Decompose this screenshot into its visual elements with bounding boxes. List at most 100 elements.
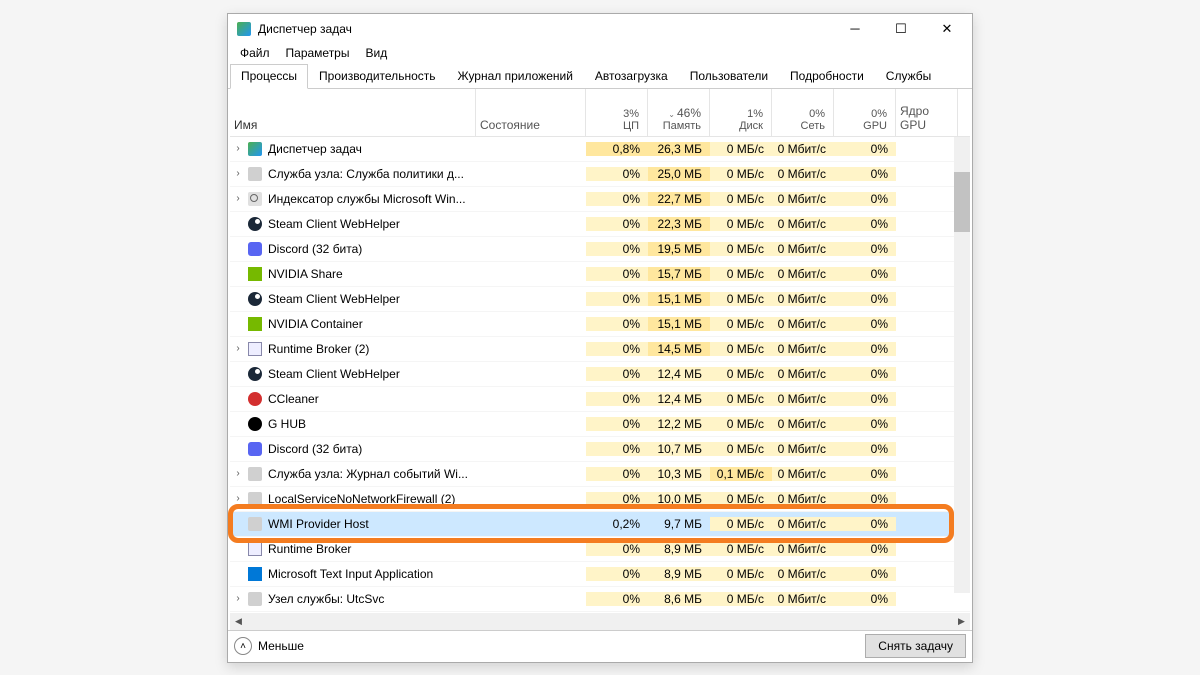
process-row[interactable]: NVIDIA Container0%15,1 МБ0 МБ/с0 Мбит/с0… (230, 312, 970, 337)
menu-options[interactable]: Параметры (278, 44, 358, 64)
process-row[interactable]: Steam Client WebHelper0%12,4 МБ0 МБ/с0 М… (230, 362, 970, 387)
process-row[interactable]: CCleaner0%12,4 МБ0 МБ/с0 Мбит/с0% (230, 387, 970, 412)
col-gpu-engine[interactable]: Ядро GPU (896, 89, 958, 136)
expand-toggle[interactable]: › (230, 168, 246, 179)
col-gpu[interactable]: 0%GPU (834, 89, 896, 136)
cell-gpu: 0% (834, 292, 896, 306)
tab-3[interactable]: Автозагрузка (584, 64, 679, 89)
process-icon (246, 316, 264, 332)
cell-memory: 12,4 МБ (648, 367, 710, 381)
cell-network: 0 Мбит/с (772, 242, 834, 256)
cell-memory: 9,7 МБ (648, 517, 710, 531)
tabbar: ПроцессыПроизводительностьЖурнал приложе… (228, 64, 972, 89)
col-memory[interactable]: ⌄46% Память (648, 89, 710, 136)
cell-memory: 25,0 МБ (648, 167, 710, 181)
process-row[interactable]: ›Runtime Broker (2)0%14,5 МБ0 МБ/с0 Мбит… (230, 337, 970, 362)
process-row[interactable]: Runtime Broker0%8,9 МБ0 МБ/с0 Мбит/с0% (230, 537, 970, 562)
tab-0[interactable]: Процессы (230, 64, 308, 89)
cell-cpu: 0% (586, 267, 648, 281)
cell-disk: 0,1 МБ/с (710, 467, 772, 481)
chevron-up-icon: ˄ (234, 637, 252, 655)
cell-gpu: 0% (834, 467, 896, 481)
tab-1[interactable]: Производительность (308, 64, 446, 89)
col-network[interactable]: 0%Сеть (772, 89, 834, 136)
cell-memory: 14,5 МБ (648, 342, 710, 356)
process-row[interactable]: ›Узел службы: UtcSvc0%8,6 МБ0 МБ/с0 Мбит… (230, 587, 970, 612)
cell-memory: 10,7 МБ (648, 442, 710, 456)
cell-gpu: 0% (834, 267, 896, 281)
process-row[interactable]: ›LocalServiceNoNetworkFirewall (2)0%10,0… (230, 487, 970, 512)
expand-toggle[interactable]: › (230, 593, 246, 604)
col-state[interactable]: Состояние (476, 89, 586, 136)
process-row[interactable]: NVIDIA Share0%15,7 МБ0 МБ/с0 Мбит/с0% (230, 262, 970, 287)
cell-cpu: 0% (586, 592, 648, 606)
cell-gpu: 0% (834, 242, 896, 256)
fewer-details-button[interactable]: ˄ Меньше (234, 637, 304, 655)
expand-toggle[interactable]: › (230, 493, 246, 504)
scroll-left-button[interactable]: ◀ (230, 613, 247, 630)
col-spacer (958, 89, 970, 136)
process-icon (246, 366, 264, 382)
menu-file[interactable]: Файл (232, 44, 278, 64)
cell-disk: 0 МБ/с (710, 242, 772, 256)
process-row[interactable]: Discord (32 бита)0%10,7 МБ0 МБ/с0 Мбит/с… (230, 437, 970, 462)
cell-gpu: 0% (834, 142, 896, 156)
col-cpu[interactable]: 3%ЦП (586, 89, 648, 136)
cell-gpu: 0% (834, 592, 896, 606)
hscroll-track[interactable] (247, 613, 953, 630)
process-row[interactable]: WMI Provider Host0,2%9,7 МБ0 МБ/с0 Мбит/… (230, 512, 970, 537)
table-header: Имя Состояние 3%ЦП ⌄46% Память 1%Диск 0%… (230, 89, 970, 137)
process-row[interactable]: Steam Client WebHelper0%15,1 МБ0 МБ/с0 М… (230, 287, 970, 312)
cell-gpu: 0% (834, 492, 896, 506)
cell-disk: 0 МБ/с (710, 142, 772, 156)
process-row[interactable]: ›Служба узла: Журнал событий Wi...0%10,3… (230, 462, 970, 487)
cell-cpu: 0% (586, 317, 648, 331)
process-row[interactable]: ›Диспетчер задач0,8%26,3 МБ0 МБ/с0 Мбит/… (230, 137, 970, 162)
window-title: Диспетчер задач (258, 22, 832, 36)
process-table: Имя Состояние 3%ЦП ⌄46% Память 1%Диск 0%… (228, 89, 972, 613)
tab-2[interactable]: Журнал приложений (447, 64, 584, 89)
process-row[interactable]: ›Служба узла: Служба политики д...0%25,0… (230, 162, 970, 187)
expand-toggle[interactable]: › (230, 468, 246, 479)
col-disk[interactable]: 1%Диск (710, 89, 772, 136)
cell-memory: 10,0 МБ (648, 492, 710, 506)
tab-5[interactable]: Подробности (779, 64, 875, 89)
process-name: Узел службы: UtcSvc (268, 592, 476, 606)
close-button[interactable]: ✕ (924, 14, 970, 44)
process-icon (246, 216, 264, 232)
cell-memory: 26,3 МБ (648, 142, 710, 156)
minimize-button[interactable]: ─ (832, 14, 878, 44)
process-icon (246, 191, 264, 207)
maximize-button[interactable]: ☐ (878, 14, 924, 44)
scroll-right-button[interactable]: ▶ (953, 613, 970, 630)
process-name: Microsoft Text Input Application (268, 567, 476, 581)
col-name[interactable]: Имя (230, 89, 476, 136)
cell-gpu: 0% (834, 317, 896, 331)
horizontal-scrollbar[interactable]: ◀ ▶ (230, 613, 970, 630)
cell-gpu: 0% (834, 417, 896, 431)
vertical-scrollbar[interactable] (954, 137, 970, 593)
process-name: Runtime Broker (268, 542, 476, 556)
cell-memory: 15,1 МБ (648, 292, 710, 306)
cell-disk: 0 МБ/с (710, 542, 772, 556)
process-row[interactable]: Discord (32 бита)0%19,5 МБ0 МБ/с0 Мбит/с… (230, 237, 970, 262)
process-row[interactable]: ›Индексатор службы Microsoft Win...0%22,… (230, 187, 970, 212)
process-icon (246, 516, 264, 532)
process-name: Steam Client WebHelper (268, 217, 476, 231)
task-manager-window: Диспетчер задач ─ ☐ ✕ Файл Параметры Вид… (227, 13, 973, 663)
tab-4[interactable]: Пользователи (679, 64, 779, 89)
tab-6[interactable]: Службы (875, 64, 942, 89)
end-task-button[interactable]: Снять задачу (865, 634, 966, 658)
process-row[interactable]: Microsoft Text Input Application0%8,9 МБ… (230, 562, 970, 587)
process-icon (246, 291, 264, 307)
expand-toggle[interactable]: › (230, 343, 246, 354)
scrollbar-thumb[interactable] (954, 172, 970, 232)
process-row[interactable]: Steam Client WebHelper0%22,3 МБ0 МБ/с0 М… (230, 212, 970, 237)
titlebar[interactable]: Диспетчер задач ─ ☐ ✕ (228, 14, 972, 44)
process-row[interactable]: G HUB0%12,2 МБ0 МБ/с0 Мбит/с0% (230, 412, 970, 437)
expand-toggle[interactable]: › (230, 193, 246, 204)
expand-toggle[interactable]: › (230, 143, 246, 154)
menu-view[interactable]: Вид (357, 44, 395, 64)
cell-disk: 0 МБ/с (710, 342, 772, 356)
process-name: Discord (32 бита) (268, 242, 476, 256)
